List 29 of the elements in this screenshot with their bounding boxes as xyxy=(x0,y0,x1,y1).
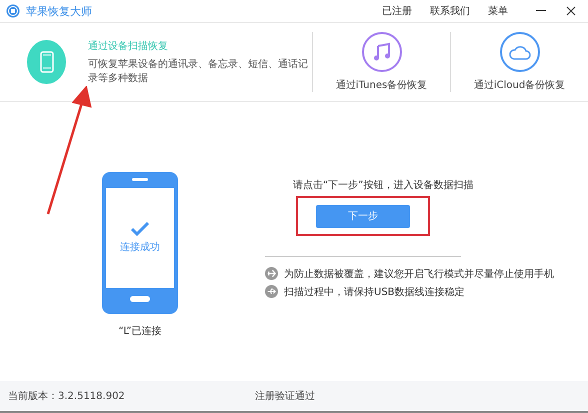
connection-status: 连接成功 xyxy=(120,240,160,254)
instruction-text: 请点击“下一步”按钮，进入设备数据扫描 xyxy=(293,178,474,192)
tip-text: 扫描过程中，请保持USB数据线连接稳定 xyxy=(284,286,465,298)
mode-title: 通过设备扫描恢复 xyxy=(88,40,169,52)
recovery-mode-option[interactable]: 通过设备扫描恢复 可恢复苹果设备的通讯录、备忘录、短信、通话记录等多种数据 xyxy=(0,38,312,86)
checkmark-icon xyxy=(131,222,149,236)
recovery-mode-option[interactable]: 通过iCloud备份恢复 xyxy=(450,32,588,92)
music-note-icon xyxy=(372,42,392,62)
title-link[interactable]: 联系我们 xyxy=(430,4,470,18)
usb-icon xyxy=(265,285,278,298)
recovery-mode-option[interactable]: 通过iTunes备份恢复 xyxy=(312,32,450,92)
cloud-icon xyxy=(508,44,530,60)
mode-title: 通过iCloud备份恢复 xyxy=(474,78,566,92)
app-title: 苹果恢复大师 xyxy=(26,4,92,18)
registration-status: 注册验证通过 xyxy=(254,390,315,403)
speaker-icon xyxy=(132,178,148,181)
airplane-icon xyxy=(265,267,278,280)
close-icon xyxy=(566,6,576,16)
mode-description: 可恢复苹果设备的通讯录、备忘录、短信、通话记录等多种数据 xyxy=(88,58,309,86)
tip-text: 为防止数据被覆盖，建议您开启飞行模式并尽量停止使用手机 xyxy=(284,268,554,280)
phone-icon xyxy=(40,51,54,73)
device-name: “L”已连接 xyxy=(118,324,162,338)
logo-icon xyxy=(6,4,20,18)
version-text: 当前版本：3.2.5118.902 xyxy=(8,390,125,403)
title-link[interactable]: 菜单 xyxy=(488,4,508,18)
minimize-icon xyxy=(536,10,546,12)
mode-title: 通过iTunes备份恢复 xyxy=(336,78,428,92)
title-link[interactable]: 已注册 xyxy=(382,4,412,18)
home-button-icon xyxy=(130,296,150,302)
